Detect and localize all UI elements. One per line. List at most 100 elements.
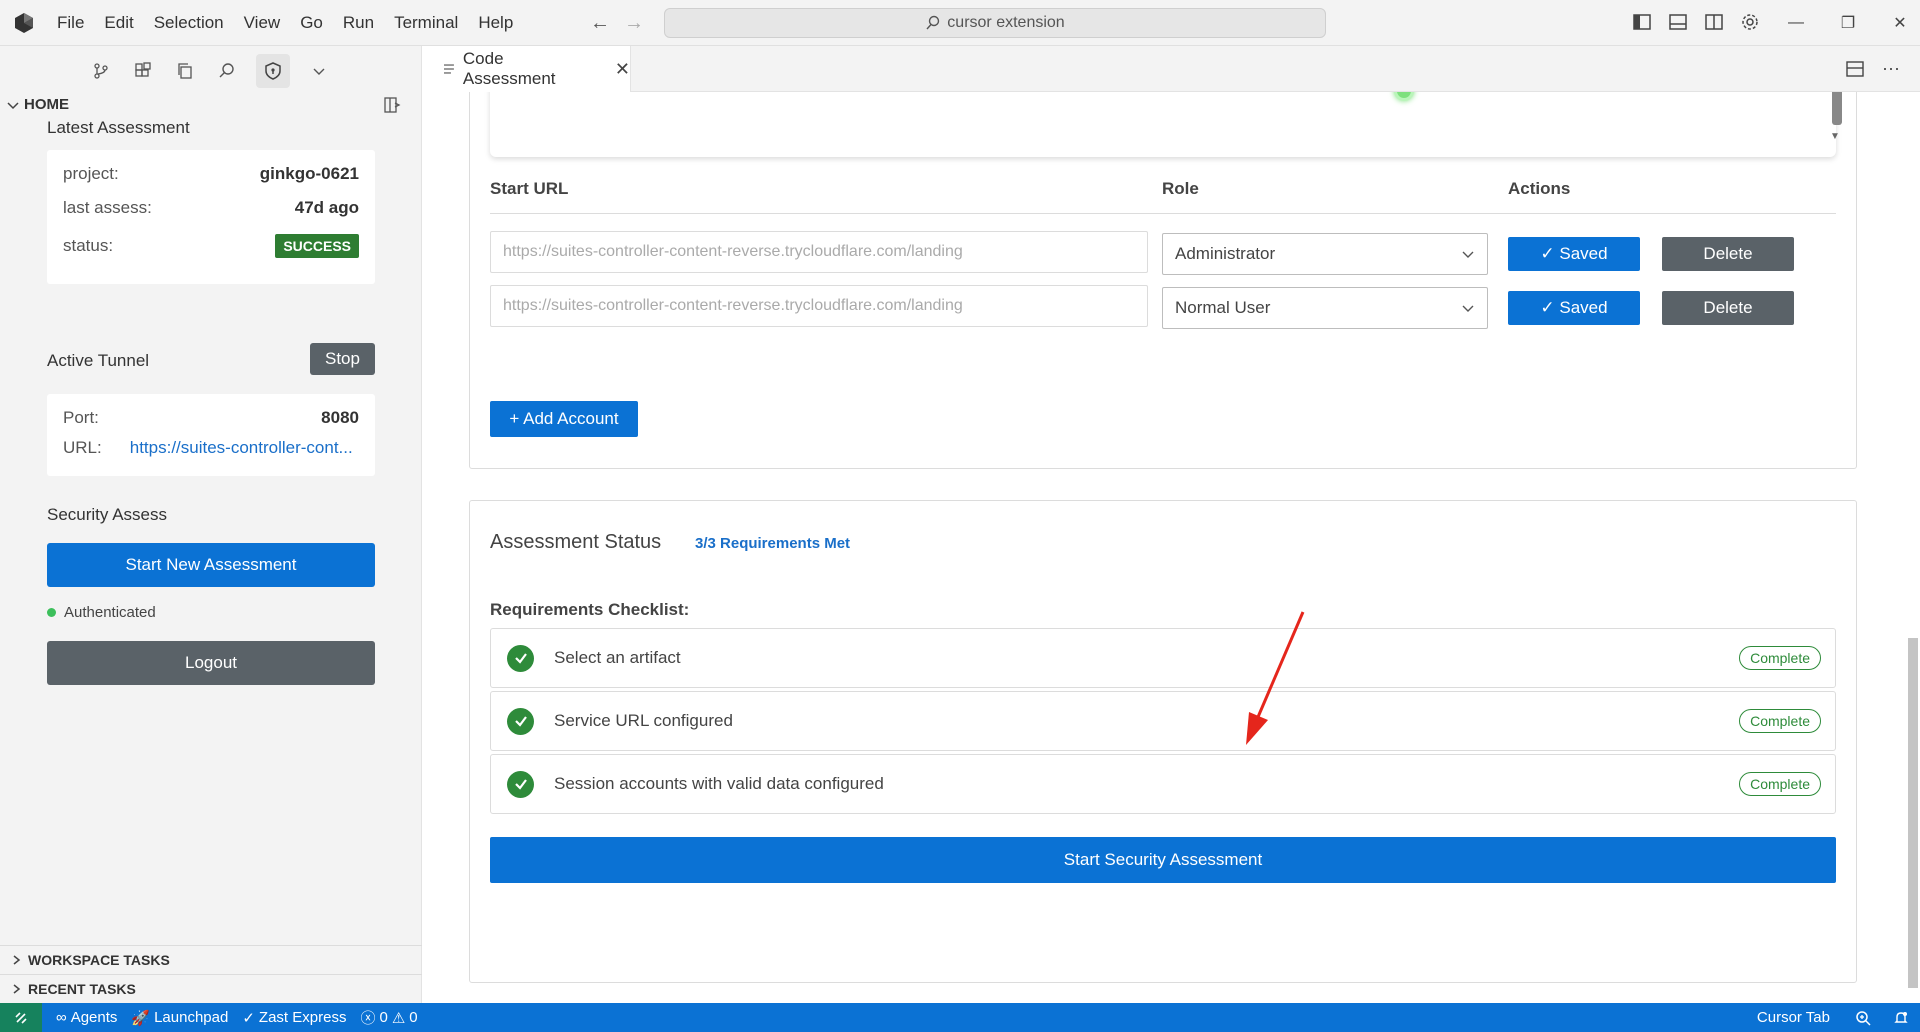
chevron-down-icon — [7, 101, 19, 109]
last-assess-value: 47d ago — [294, 198, 359, 217]
last-assess-row: last assess: 47d ago — [63, 198, 359, 218]
editor-scrollbar[interactable] — [1906, 92, 1920, 1003]
home-label: HOME — [24, 96, 69, 113]
split-editor-icon[interactable] — [1846, 60, 1864, 78]
menu-help[interactable]: Help — [478, 13, 513, 33]
launchpad-status[interactable]: 🚀 Launchpad — [131, 1009, 228, 1027]
agents-label: Agents — [70, 1009, 118, 1026]
toggle-panel-icon[interactable] — [1666, 10, 1690, 34]
forward-arrow-icon[interactable]: → — [624, 12, 644, 34]
editor-tab-bar: Code Assessment ✕ ··· — [423, 46, 1920, 92]
menu-bar: File Edit Selection View Go Run Terminal… — [57, 0, 533, 46]
cursor-logo-icon — [15, 13, 33, 33]
close-window-button[interactable]: ✕ — [1874, 13, 1920, 33]
toggle-primary-sidebar-icon[interactable] — [1630, 10, 1654, 34]
shield-icon[interactable] — [256, 54, 290, 88]
cursor-tab-status[interactable]: Cursor Tab — [1757, 1009, 1830, 1026]
command-center-text: cursor extension — [947, 14, 1065, 31]
gear-icon[interactable] — [1738, 10, 1762, 34]
menu-edit[interactable]: Edit — [104, 13, 133, 33]
project-key: project: — [63, 164, 119, 183]
extensions-icon[interactable] — [130, 58, 156, 84]
logout-button[interactable]: Logout — [47, 641, 375, 685]
file-icon — [443, 64, 454, 74]
error-icon: ⓧ — [360, 1010, 376, 1027]
toggle-secondary-sidebar-icon[interactable] — [1702, 10, 1726, 34]
menu-selection[interactable]: Selection — [154, 13, 224, 33]
status-key: status: — [63, 236, 114, 255]
url-key: URL: — [63, 438, 102, 457]
agents-status[interactable]: ∞ Agents — [56, 1009, 117, 1026]
close-icon[interactable]: ✕ — [615, 59, 630, 80]
project-row: project: ginkgo-0621 — [63, 164, 359, 184]
editor-actions: ··· — [1846, 58, 1900, 79]
menu-terminal[interactable]: Terminal — [394, 13, 458, 33]
open-panel-icon[interactable] — [383, 96, 401, 119]
menu-view[interactable]: View — [244, 13, 281, 33]
back-arrow-icon[interactable]: ← — [590, 12, 610, 34]
command-center-search[interactable]: cursor extension — [664, 8, 1326, 38]
recent-tasks-section[interactable]: RECENT TASKS — [0, 974, 422, 1003]
layout-controls — [1630, 10, 1762, 34]
cursor-tab-label: Cursor Tab — [1756, 1009, 1830, 1026]
minimize-button[interactable]: — — [1770, 14, 1822, 32]
annotation-arrow-icon — [1246, 611, 1305, 745]
tab-label: Code Assessment — [462, 49, 556, 88]
search-icon[interactable] — [214, 58, 240, 84]
latest-assessment-title: Latest Assessment — [47, 118, 190, 137]
remote-icon[interactable] — [0, 1003, 42, 1032]
zast-express-status[interactable]: ✓ Zast Express — [242, 1009, 346, 1027]
port-key: Port: — [63, 408, 99, 427]
port-row: Port: 8080 — [63, 408, 359, 428]
home-section-header[interactable]: HOME — [6, 96, 69, 113]
zast-express-label: Zast Express — [258, 1009, 347, 1026]
tab-code-assessment[interactable]: Code Assessment ✕ — [423, 46, 631, 92]
title-bar: File Edit Selection View Go Run Terminal… — [0, 0, 1920, 46]
recent-tasks-label: RECENT TASKS — [28, 981, 136, 997]
last-assess-key: last assess: — [63, 198, 152, 217]
launchpad-label: Launchpad — [154, 1009, 229, 1026]
security-assess-title: Security Assess — [47, 505, 167, 524]
start-new-assessment-button[interactable]: Start New Assessment — [47, 543, 375, 587]
latest-assessment-card: project: ginkgo-0621 last assess: 47d ag… — [47, 150, 375, 284]
problems-status[interactable]: ⓧ 0 ⚠ 0 — [360, 1007, 417, 1028]
menu-run[interactable]: Run — [343, 13, 374, 33]
copy-icon[interactable] — [172, 58, 198, 84]
chevron-right-icon — [13, 984, 21, 994]
chevron-right-icon — [13, 955, 21, 965]
errors-count: 0 — [379, 1009, 388, 1026]
more-actions-icon[interactable]: ··· — [1882, 58, 1900, 79]
zoom-icon[interactable] — [1844, 1003, 1882, 1032]
menu-file[interactable]: File — [57, 13, 84, 33]
stop-tunnel-button[interactable]: Stop — [310, 343, 375, 375]
check-icon: ✓ — [242, 1009, 255, 1027]
activity-icons — [88, 54, 332, 88]
status-bar-right: Cursor Tab — [1757, 1003, 1920, 1032]
rocket-icon: 🚀 — [131, 1009, 151, 1027]
infinity-icon: ∞ — [56, 1009, 67, 1026]
editor-content: ▼ Start URL Role Actions https://suites-… — [423, 92, 1920, 1003]
warnings-count: 0 — [409, 1009, 418, 1026]
status-badge: SUCCESS — [275, 234, 359, 258]
restore-button[interactable]: ❐ — [1822, 13, 1874, 33]
editor-scrollbar-thumb[interactable] — [1908, 638, 1918, 988]
chevron-down-icon[interactable] — [306, 58, 332, 84]
workspace-tasks-section[interactable]: WORKSPACE TASKS — [0, 945, 422, 974]
menu-go[interactable]: Go — [300, 13, 323, 33]
notifications-bell-icon[interactable] — [1882, 1003, 1920, 1032]
status-row: status: SUCCESS — [63, 234, 359, 258]
tunnel-card: Port: 8080 URL: https://suites-controlle… — [47, 394, 375, 476]
warning-icon: ⚠ — [391, 1009, 406, 1027]
tunnel-url-link[interactable]: https://suites-controller-cont... — [130, 438, 353, 458]
auth-status-text: Authenticated — [64, 604, 156, 621]
url-row: URL: https://suites-controller-cont... — [63, 438, 359, 458]
status-bar: ∞ Agents 🚀 Launchpad ✓ Zast Express ⓧ 0 … — [0, 1003, 1920, 1032]
search-icon — [926, 15, 940, 30]
auth-status: Authenticated — [47, 604, 156, 621]
nav-arrows: ← → — [590, 12, 644, 34]
active-tunnel-title: Active Tunnel — [47, 351, 150, 370]
workspace-tasks-label: WORKSPACE TASKS — [28, 952, 170, 968]
source-control-icon[interactable] — [88, 58, 114, 84]
project-value: ginkgo-0621 — [259, 164, 359, 183]
auth-status-dot — [47, 608, 56, 617]
